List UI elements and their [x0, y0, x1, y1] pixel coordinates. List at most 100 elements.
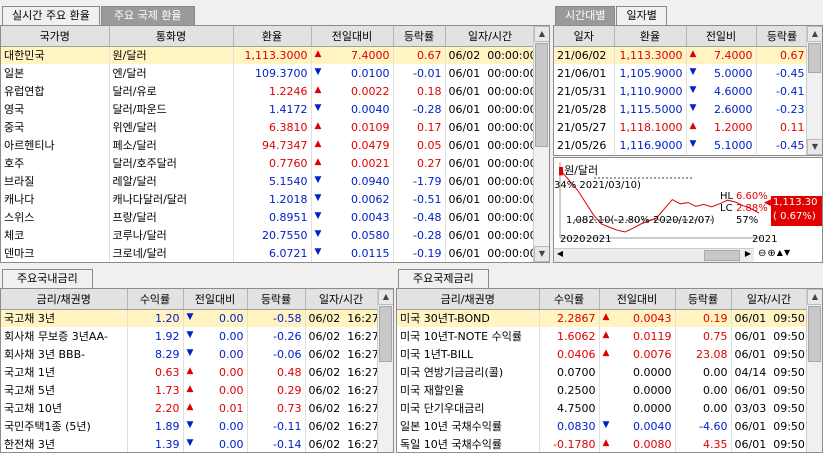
col-pct[interactable]: 등락률: [756, 26, 809, 47]
kr-scrollbar[interactable]: ▲: [377, 289, 393, 452]
fx-row[interactable]: 대한민국 원/달러 1,113.3000 ▲ 7.4000 0.67 06/02 …: [1, 46, 536, 64]
col-change[interactable]: 전일대비: [311, 26, 394, 47]
daily-row[interactable]: 21/05/26 1,116.9000 ▼ 5.1000 -0.45: [554, 136, 809, 154]
col-change[interactable]: 전일대비: [599, 289, 676, 310]
up-arrow-icon: ▲: [602, 329, 610, 340]
rate-cell: 1.4172: [233, 100, 312, 118]
col-diff[interactable]: 전일비: [686, 26, 757, 47]
kr-row[interactable]: 회사채 무보증 3년AA- 1.92 ▼ 0.00 -0.26 06/02 16:…: [1, 327, 378, 345]
currency-cell: 페소/달러: [109, 136, 234, 154]
tab-daily[interactable]: 일자별: [616, 6, 667, 25]
daily-row[interactable]: 21/06/01 1,105.9000 ▼ 5.0000 -0.45: [554, 64, 809, 82]
fx-scrollbar[interactable]: ▲ ▼: [533, 26, 549, 262]
col-date[interactable]: 일자: [554, 26, 615, 47]
intl-row[interactable]: 미국 30년T-BOND 2.2867 ▲ 0.0043 0.19 06/01 0…: [397, 309, 808, 327]
date-value: 06/01: [734, 347, 767, 361]
col-name[interactable]: 금리/채권명: [397, 289, 540, 310]
fx-row[interactable]: 중국 위엔/달러 6.3810 ▲ 0.0109 0.17 06/01 00:00…: [1, 118, 536, 136]
scroll-up-icon[interactable]: ▲: [807, 289, 822, 305]
pct-cell: -1.79: [393, 172, 446, 190]
kr-row[interactable]: 회사채 3년 BBB- 8.29 ▼ 0.00 -0.06 06/02 16:27: [1, 345, 378, 363]
col-pct[interactable]: 등락률: [675, 289, 732, 310]
daily-scrollbar[interactable]: ▲ ▼: [806, 26, 822, 155]
kr-row[interactable]: 국고채 10년 2.20 ▲ 0.01 0.73 06/02 16:27: [1, 399, 378, 417]
chart-hscroll[interactable]: ◀ ▶: [554, 248, 754, 262]
change-cell: ▼ 0.0040: [311, 100, 394, 118]
change-value: 0.0940: [351, 174, 390, 188]
datetime-cell: 06/01 00:00:00: [445, 64, 536, 82]
fx-row[interactable]: 캐나다 캐나다달러/달러 1.2018 ▼ 0.0062 -0.51 06/01 …: [1, 190, 536, 208]
yield-cell: 0.0830: [539, 417, 600, 435]
intl-row[interactable]: 미국 단기우대금리 4.7500 0.0000 0.00 03/03 09:50: [397, 399, 808, 417]
intl-row[interactable]: 미국 1년T-BILL 0.0406 ▲ 0.0076 23.08 06/01 0…: [397, 345, 808, 363]
intl-row[interactable]: 독일 10년 국채수익률 -0.1780 ▲ 0.0080 4.35 06/01 …: [397, 435, 808, 452]
kr-row[interactable]: 한전채 3년 1.39 ▼ 0.00 -0.14 06/02 16:27: [1, 435, 378, 452]
pct-cell: -0.26: [247, 327, 306, 345]
fx-row[interactable]: 영국 달러/파운드 1.4172 ▼ 0.0040 -0.28 06/01 00:…: [1, 100, 536, 118]
tab-kr-rates[interactable]: 주요국내금리: [2, 269, 93, 288]
kr-row[interactable]: 국고채 1년 0.63 ▲ 0.00 0.48 06/02 16:27: [1, 363, 378, 381]
tab-intl-rates[interactable]: 주요국제금리: [398, 269, 489, 288]
fx-row[interactable]: 체코 코루나/달러 20.7550 ▼ 0.0580 -0.28 06/01 00…: [1, 226, 536, 244]
name-cell: 회사채 3년 BBB-: [1, 345, 128, 363]
intl-row[interactable]: 미국 연방기금금리(콜) 0.0700 0.0000 0.00 04/14 09…: [397, 363, 808, 381]
intl-row[interactable]: 미국 10년T-NOTE 수익률 1.6062 ▲ 0.0119 0.75 06/…: [397, 327, 808, 345]
scroll-down-icon[interactable]: ▼: [534, 246, 549, 262]
col-rate[interactable]: 환율: [233, 26, 312, 47]
col-currency[interactable]: 통화명: [109, 26, 234, 47]
scroll-down-icon[interactable]: ▼: [807, 139, 822, 155]
tab-intl-fx[interactable]: 주요 국제 환율: [100, 6, 195, 25]
col-datetime[interactable]: 일자/시간: [445, 26, 536, 47]
scroll-up-icon[interactable]: ▲: [378, 289, 393, 305]
fx-row[interactable]: 브라질 레알/달러 5.1540 ▼ 0.0940 -1.79 06/01 00:…: [1, 172, 536, 190]
col-yield[interactable]: 수익률: [127, 289, 184, 310]
intl-row[interactable]: 일본 10년 국채수익률 0.0830 ▼ 0.0040 -4.60 06/01 …: [397, 417, 808, 435]
pct-cell: 0.75: [675, 327, 732, 345]
col-datetime[interactable]: 일자/시간: [731, 289, 808, 310]
kr-row[interactable]: 국민주택1종 (5년) 1.89 ▼ 0.00 -0.11 06/02 16:27: [1, 417, 378, 435]
change-cell: ▲ 7.4000: [686, 46, 757, 64]
fx-row[interactable]: 아르헨티나 페소/달러 94.7347 ▲ 0.0479 0.05 06/01 0…: [1, 136, 536, 154]
pct-cell: 0.48: [247, 363, 306, 381]
zoom-out-icon[interactable]: ⊖: [758, 248, 766, 259]
yield-cell: 0.2500: [539, 381, 600, 399]
tab-realtime-fx[interactable]: 실시간 주요 환율: [2, 6, 100, 25]
col-change[interactable]: 전일대비: [183, 289, 248, 310]
fx-row[interactable]: 덴마크 크로네/달러 6.0721 ▼ 0.0115 -0.19 06/01 00…: [1, 244, 536, 262]
chart-up-icon[interactable]: ▲: [777, 248, 783, 259]
col-yield[interactable]: 수익률: [539, 289, 600, 310]
col-pct[interactable]: 등락률: [247, 289, 306, 310]
daily-row[interactable]: 21/06/02 1,113.3000 ▲ 7.4000 0.67: [554, 46, 809, 64]
col-name[interactable]: 금리/채권명: [1, 289, 128, 310]
fx-row[interactable]: 일본 엔/달러 109.3700 ▼ 0.0100 -0.01 06/01 00:…: [1, 64, 536, 82]
zoom-in-icon[interactable]: ⊕: [767, 248, 775, 259]
col-rate[interactable]: 환율: [614, 26, 687, 47]
col-datetime[interactable]: 일자/시간: [305, 289, 378, 310]
scroll-thumb[interactable]: [808, 43, 821, 73]
fx-row[interactable]: 스위스 프랑/달러 0.8951 ▼ 0.0043 -0.48 06/01 00:…: [1, 208, 536, 226]
scroll-up-icon[interactable]: ▲: [534, 26, 549, 42]
scroll-right-icon[interactable]: ▶: [742, 249, 754, 262]
daily-row[interactable]: 21/05/31 1,110.9000 ▼ 4.6000 -0.41: [554, 82, 809, 100]
tab-hourly[interactable]: 시간대별: [555, 6, 616, 25]
scroll-thumb[interactable]: [379, 306, 392, 362]
kr-row[interactable]: 국고채 5년 1.73 ▲ 0.00 0.29 06/02 16:27: [1, 381, 378, 399]
col-pct[interactable]: 등락률: [393, 26, 446, 47]
kr-row[interactable]: 국고채 3년 1.20 ▼ 0.00 -0.58 06/02 16:27: [1, 309, 378, 327]
scroll-thumb[interactable]: [535, 43, 548, 147]
name-cell: 미국 재할인율: [397, 381, 540, 399]
scroll-up-icon[interactable]: ▲: [807, 26, 822, 42]
scroll-thumb[interactable]: [808, 306, 821, 362]
chart-scroll-thumb[interactable]: [704, 250, 740, 261]
date-value: 06/01: [734, 383, 767, 397]
daily-row[interactable]: 21/05/28 1,115.5000 ▼ 2.6000 -0.23: [554, 100, 809, 118]
fx-row[interactable]: 유럽연합 달러/유로 1.2246 ▲ 0.0022 0.18 06/01 00:…: [1, 82, 536, 100]
chart-down-icon[interactable]: ▼: [784, 248, 790, 259]
scroll-left-icon[interactable]: ◀: [554, 249, 566, 262]
fx-row[interactable]: 호주 달러/호주달러 0.7760 ▲ 0.0021 0.27 06/01 00:…: [1, 154, 536, 172]
daily-row[interactable]: 21/05/27 1,118.1000 ▲ 1.2000 0.11: [554, 118, 809, 136]
date-value: 06/01: [734, 311, 767, 325]
col-country[interactable]: 국가명: [1, 26, 110, 47]
intl-row[interactable]: 미국 재할인율 0.2500 0.0000 0.00 06/01 09:50: [397, 381, 808, 399]
intl-scrollbar[interactable]: ▲: [806, 289, 822, 452]
